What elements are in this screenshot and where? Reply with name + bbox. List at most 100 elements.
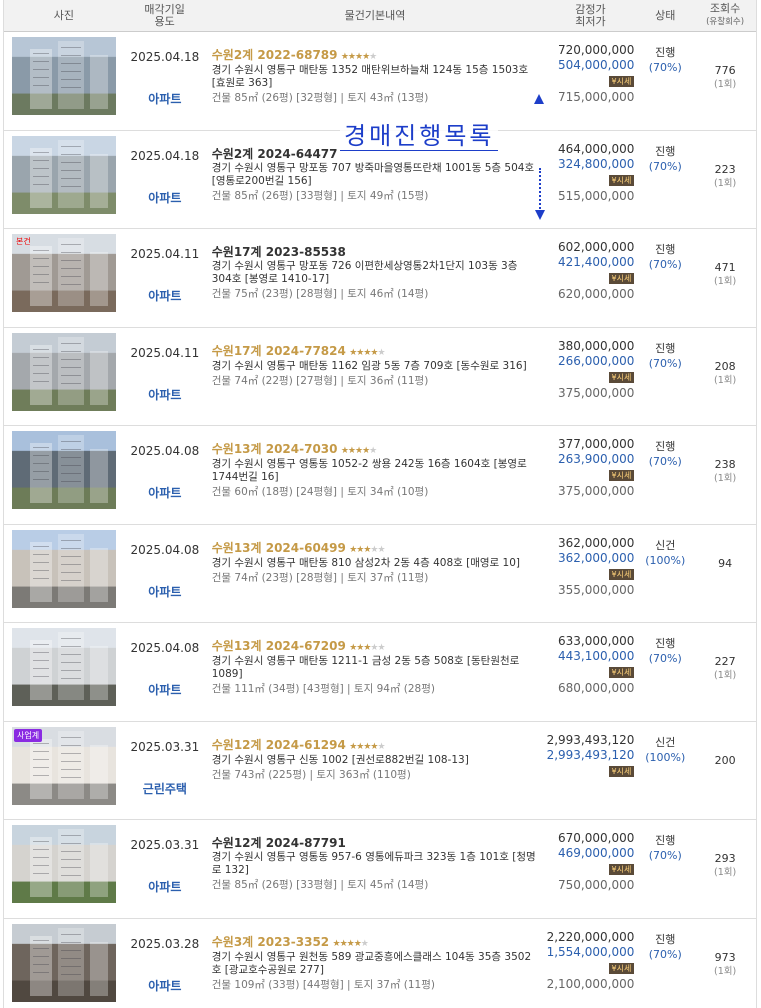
fail-count: (1회)	[713, 965, 737, 977]
property-address: 경기 수원시 영통구 망포동 707 방죽마을영통뜨란채 1001동 5층 50…	[211, 161, 535, 187]
price-cell: 2,220,000,000 1,554,000,000 ¥시세 2,100,000,0…	[545, 919, 637, 1008]
market-price-badge[interactable]: ¥시세	[608, 864, 635, 875]
views-cell: 223 (1회)	[694, 131, 756, 229]
table-row[interactable]: 2025.04.08 아파트 수원13계 2024-67209 ★★★★★ 경기 수원…	[4, 623, 756, 722]
minimum-price: 362,000,000	[558, 550, 635, 565]
status-label: 신건	[655, 735, 676, 749]
status-cell: 진행 (70%)	[636, 623, 694, 721]
market-price-badge[interactable]: ¥시세	[608, 273, 635, 284]
market-price-badge[interactable]: ¥시세	[608, 568, 635, 580]
market-price-badge[interactable]: ¥시세	[608, 174, 635, 186]
building-silhouette-icon	[30, 632, 108, 700]
table-row[interactable]: 사업계 2025.03.31 근린주택 수원12계 2024-61294 ★★★★★ 경…	[4, 722, 756, 820]
table-row[interactable]: 2025.04.11 아파트 수원17계 2024-77824 ★★★★★ 경기 수원…	[4, 328, 756, 426]
market-price-badge[interactable]: ¥시세	[608, 371, 635, 383]
fail-count: (1회)	[713, 867, 737, 878]
date-type-cell: 2025.04.18 아파트	[124, 32, 206, 130]
table-row[interactable]: 2025.04.08 아파트 수원13계 2024-7030 ★★★★★ 경기 수원시…	[4, 426, 756, 525]
fail-count: (1회)	[713, 473, 737, 484]
minimum-price: 263,900,000	[558, 452, 635, 466]
date-type-cell: 2025.04.08 아파트	[124, 623, 206, 721]
property-photo[interactable]	[12, 332, 116, 411]
status-cell: 진행 (70%)	[636, 328, 694, 426]
property-photo[interactable]	[12, 431, 116, 509]
property-photo[interactable]	[12, 825, 116, 903]
table-row[interactable]: 2025.03.31 아파트 수원12계 2024-87791 경기 수원시 영통구…	[4, 820, 756, 919]
views-cell: 227 (1회)	[694, 623, 756, 721]
photo-cell	[4, 623, 124, 721]
case-number-link[interactable]: 수원2계 2022-68789	[212, 48, 338, 62]
minimum-price: 324,800,000	[558, 156, 635, 171]
market-price-badge[interactable]: ¥시세	[608, 765, 635, 777]
appraisal-price: 670,000,000	[558, 831, 635, 845]
header-views: 조회수 (유찰회수)	[706, 2, 745, 28]
photo-cell	[4, 131, 124, 229]
appraisal-price: 602,000,000	[558, 240, 635, 254]
case-number-link[interactable]: 수원17계 2023-85538	[212, 245, 346, 259]
minimum-price: 504,000,000	[558, 58, 635, 72]
case-number-link[interactable]: 수원13계 2024-60499	[212, 541, 346, 555]
market-price-badge[interactable]: ¥시세	[608, 76, 635, 87]
photo-tag: 사업계	[14, 728, 43, 742]
sale-date: 2025.03.31	[130, 838, 200, 852]
appraisal-price: 2,220,000,000	[546, 929, 635, 944]
view-count: 471	[714, 261, 736, 274]
property-size: 건물 85㎡ (26평) [32평형] | 토지 43㎡ (13평)	[211, 92, 429, 104]
property-photo[interactable]	[12, 135, 116, 214]
building-silhouette-icon	[30, 41, 108, 109]
property-photo[interactable]: 사업계	[12, 726, 116, 805]
status-label: 진행	[655, 46, 676, 59]
property-photo[interactable]	[12, 37, 116, 115]
views-cell: 238 (1회)	[694, 426, 756, 524]
market-price-badge[interactable]: ¥시세	[608, 667, 635, 678]
price-cell: 602,000,000 421,400,000 ¥시세 620,000,000	[545, 229, 637, 327]
table-row[interactable]: 2025.03.28 아파트 수원3계 2023-3352 ★★★★★ 경기 수원시 …	[4, 919, 756, 1008]
property-address: 경기 수원시 영통구 매탄동 1352 매탄위브하늘채 124동 15층 150…	[211, 64, 529, 89]
property-photo[interactable]: 본건	[12, 234, 116, 312]
property-type: 아파트	[148, 289, 182, 303]
case-number-link[interactable]: 수원17계 2024-77824	[212, 344, 346, 358]
photo-cell: 본건	[4, 229, 124, 327]
photo-mark: 본건	[16, 237, 31, 246]
property-photo[interactable]	[12, 923, 116, 1002]
status-label: 진행	[655, 637, 676, 650]
market-price-badge[interactable]: ¥시세	[608, 470, 635, 481]
property-size: 건물 111㎡ (34평) [43평형] | 토지 94㎡ (28평)	[211, 683, 435, 695]
case-number-link[interactable]: 수원13계 2024-67209	[212, 639, 346, 653]
date-type-cell: 2025.04.08 아파트	[124, 525, 206, 623]
case-number-link[interactable]: 수원3계 2023-3352	[212, 935, 329, 949]
case-number-link[interactable]: 수원12계 2024-87791	[212, 836, 346, 850]
market-price-badge[interactable]: ¥시세	[608, 962, 635, 974]
status-cell: 진행 (70%)	[636, 131, 694, 229]
info-cell: 수원17계 2023-85538 경기 수원시 영통구 망포동 726 이편한세…	[206, 229, 545, 327]
price-cell: 362,000,000 362,000,000 ¥시세 355,000,000	[545, 525, 637, 623]
table-row[interactable]: 본건 2025.04.11 아파트 수원17계 2023-85538 경기 수원시 영…	[4, 229, 756, 328]
appraisal-price: 720,000,000	[558, 43, 635, 57]
table-row[interactable]: 2025.04.08 아파트 수원13계 2024-60499 ★★★★★ 경기 수원…	[4, 525, 756, 623]
fail-count: (1회)	[713, 177, 737, 189]
case-number-link[interactable]: 수원12계 2024-61294	[212, 738, 346, 752]
property-type: 아파트	[148, 486, 182, 500]
property-photo[interactable]	[12, 628, 116, 706]
status-percent: (70%)	[648, 947, 682, 961]
price-cell: 464,000,000 324,800,000 ¥시세 515,000,000	[545, 131, 637, 229]
property-photo[interactable]	[12, 529, 116, 608]
sale-date: 2025.04.08	[130, 444, 200, 458]
price-cell: 633,000,000 443,100,000 ¥시세 680,000,000	[545, 623, 637, 721]
view-count: 238	[714, 458, 736, 471]
property-type: 아파트	[148, 880, 182, 894]
case-number-link[interactable]: 수원2계 2024-64477	[212, 147, 338, 161]
info-cell: 수원3계 2023-3352 ★★★★★ 경기 수원시 영통구 원천동 589 광…	[206, 919, 545, 1008]
views-cell: 94	[694, 525, 756, 623]
market-price: 680,000,000	[558, 681, 635, 695]
minimum-price: 443,100,000	[558, 649, 635, 663]
case-number-link[interactable]: 수원13계 2024-7030	[212, 442, 338, 456]
sale-date: 2025.04.08	[130, 641, 200, 655]
view-count: 223	[714, 162, 736, 176]
arrow-up-icon	[534, 94, 544, 104]
price-cell: 377,000,000 263,900,000 ¥시세 375,000,000	[545, 426, 637, 524]
photo-cell	[4, 32, 124, 130]
sale-date: 2025.04.11	[130, 345, 200, 360]
photo-cell	[4, 525, 124, 623]
price-cell: 380,000,000 266,000,000 ¥시세 375,000,000	[545, 328, 637, 426]
